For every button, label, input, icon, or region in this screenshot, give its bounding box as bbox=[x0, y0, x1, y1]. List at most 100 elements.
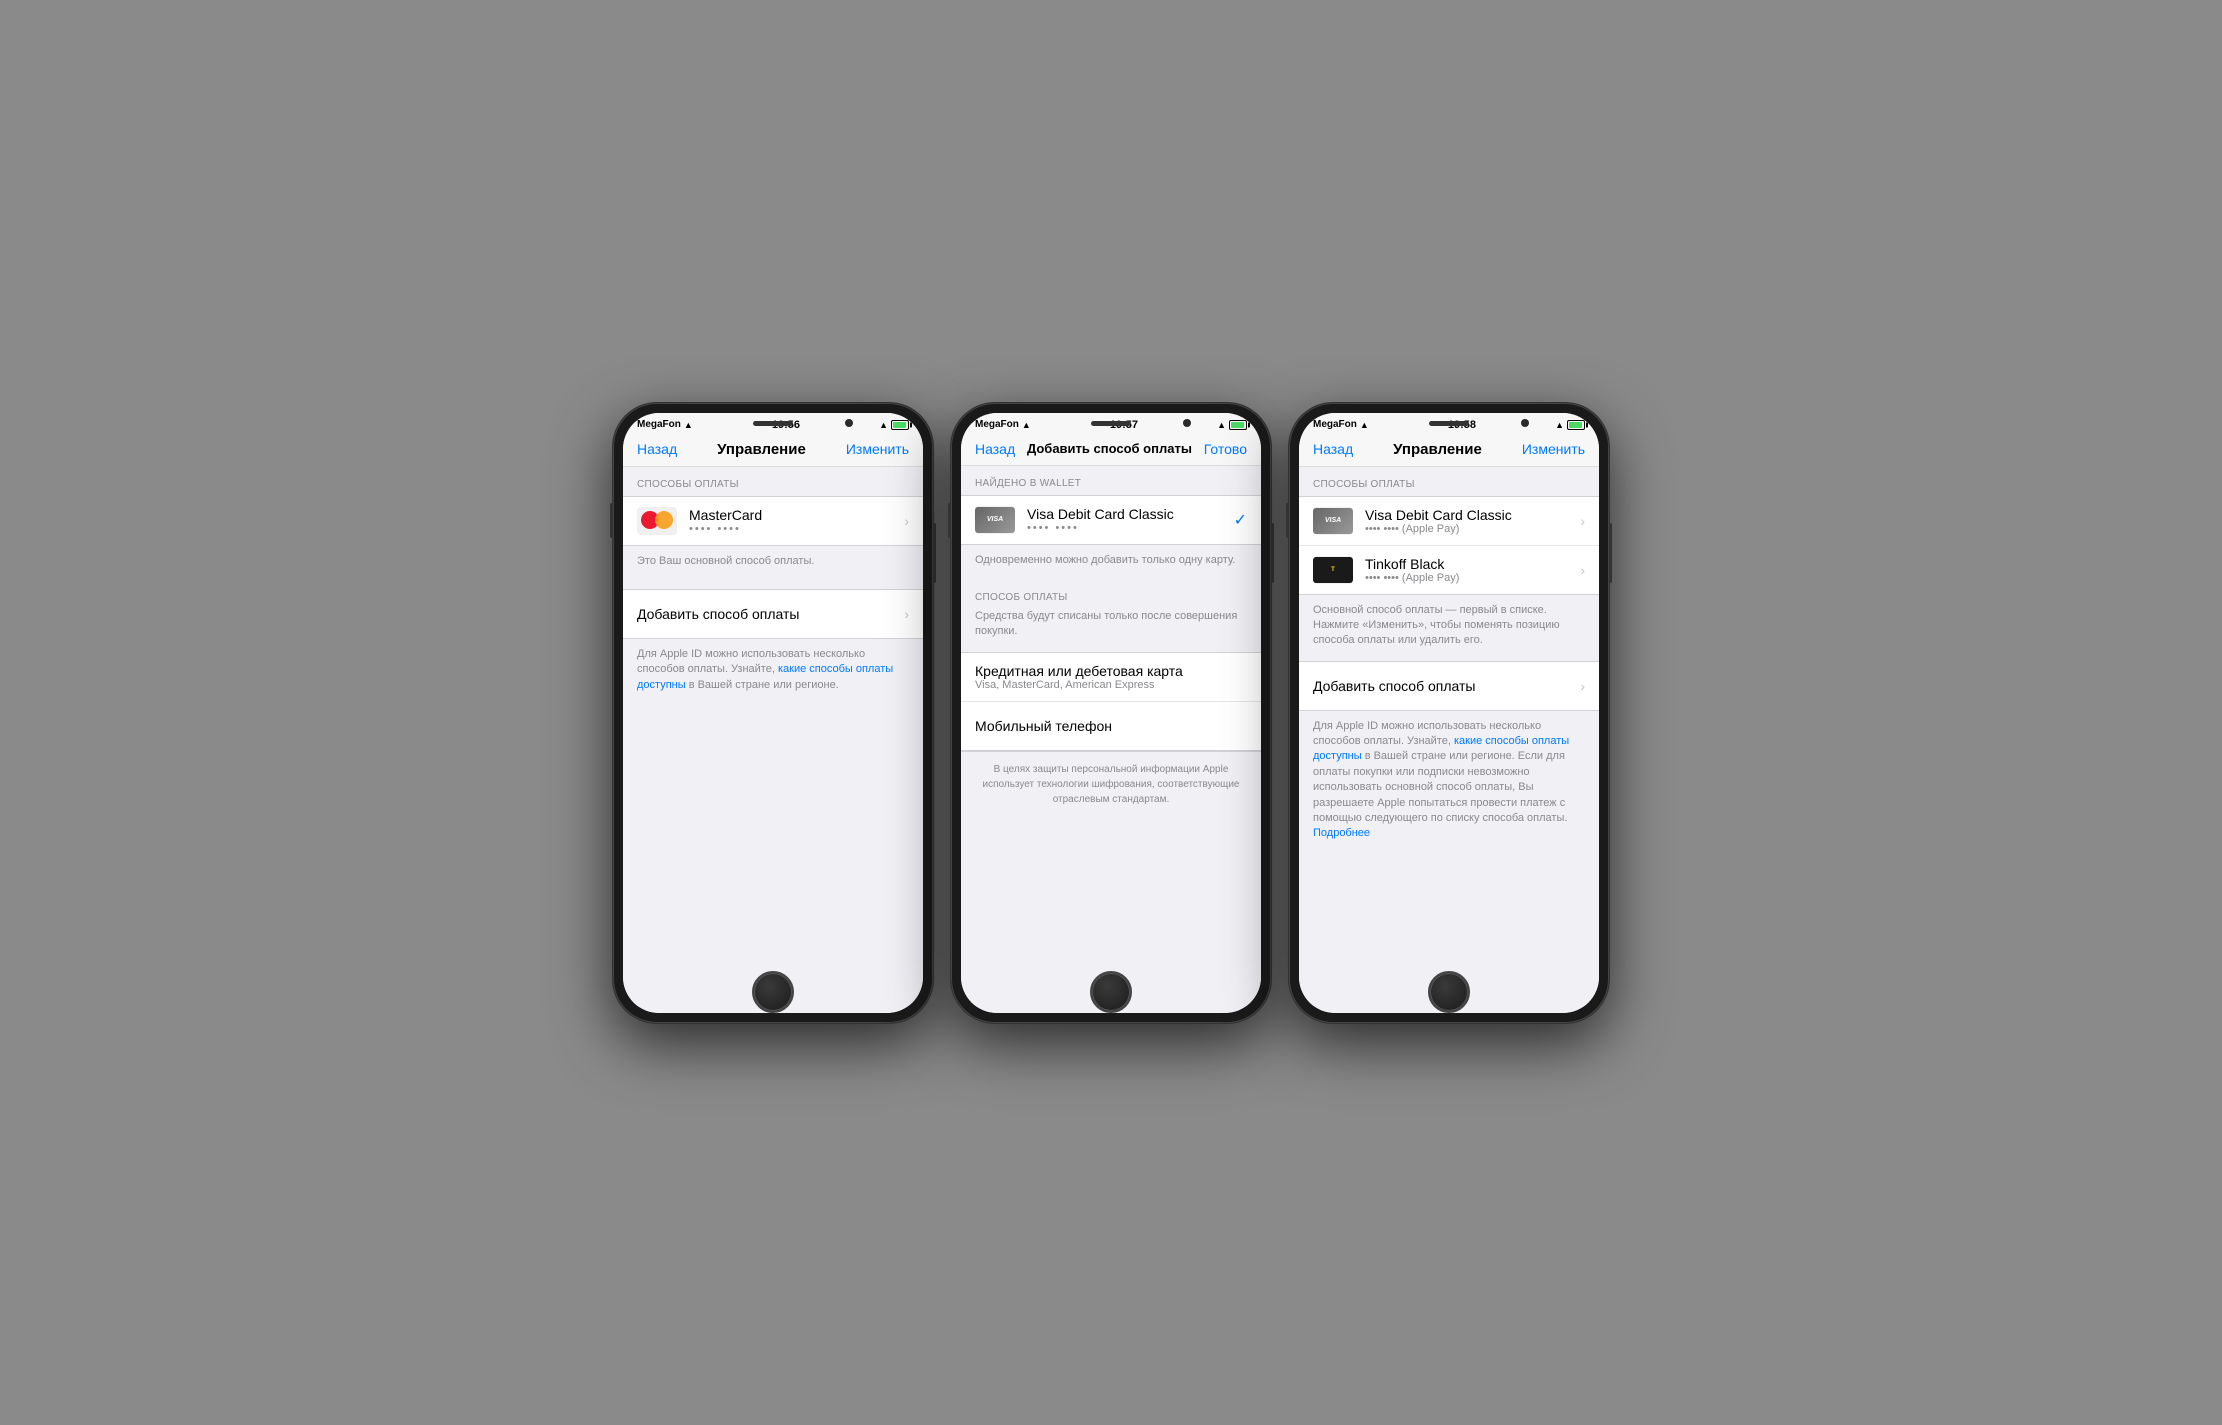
visa-check-icon: ✓ bbox=[1234, 510, 1247, 530]
payment-note: Средства будут списаны только после сове… bbox=[961, 609, 1261, 652]
signal-icon-2: ▲ bbox=[1217, 420, 1226, 430]
add-payment-content-1: Добавить способ оплаты bbox=[637, 606, 896, 622]
camera-2 bbox=[1183, 419, 1191, 427]
content-2: НАЙДЕНО В WALLET VISA Visa Debit Card Cl… bbox=[961, 466, 1261, 1013]
section-header-3: СПОСОБЫ ОПЛАТЫ bbox=[1299, 467, 1599, 496]
nav-title-3: Управление bbox=[1393, 441, 1482, 458]
status-left-3: MegaFon ▲ bbox=[1313, 419, 1369, 430]
carrier-1: MegaFon bbox=[637, 419, 681, 430]
visa-wallet-content: Visa Debit Card Classic •••• •••• bbox=[1027, 506, 1226, 534]
tinkoff-content-3: Tinkoff Black •••• •••• (Apple Pay) bbox=[1365, 556, 1572, 584]
mastercard-item[interactable]: MasterCard •••• •••• › bbox=[623, 497, 923, 545]
visa-thumb: VISA bbox=[975, 507, 1015, 533]
speaker-1 bbox=[753, 421, 793, 426]
tinkoff-name-3: Tinkoff Black bbox=[1365, 556, 1572, 572]
visa-icon-3: VISA bbox=[1313, 507, 1353, 535]
payment-methods-list: Кредитная или дебетовая карта Visa, Mast… bbox=[961, 652, 1261, 751]
footer-1: Для Apple ID можно использовать нескольк… bbox=[623, 639, 923, 705]
phone-1-screen: MegaFon ▲ 19:56 ▲ Назад Управление Измен… bbox=[623, 413, 923, 1013]
content-3: СПОСОБЫ ОПЛАТЫ VISA Visa Debit Card Clas… bbox=[1299, 467, 1599, 1013]
mobile-phone-item[interactable]: Мобильный телефон bbox=[961, 702, 1261, 750]
tinkoff-thumb-3: T bbox=[1313, 557, 1353, 583]
mastercard-icon bbox=[637, 507, 677, 535]
tinkoff-mask-3: •••• •••• (Apple Pay) bbox=[1365, 572, 1572, 584]
add-payment-group-1: Добавить способ оплаты › bbox=[623, 589, 923, 639]
speaker-3 bbox=[1429, 421, 1469, 426]
credit-card-subtitle: Visa, MasterCard, American Express bbox=[975, 679, 1247, 691]
security-footer-2: В целях защиты персональной информации A… bbox=[961, 751, 1261, 817]
tinkoff-chevron-3: › bbox=[1580, 562, 1585, 578]
mastercard-mask: •••• •••• bbox=[689, 523, 896, 535]
visa-wallet-mask: •••• •••• bbox=[1027, 522, 1226, 534]
payment-list-1: MasterCard •••• •••• › bbox=[623, 496, 923, 546]
mastercard-name: MasterCard bbox=[689, 507, 896, 523]
battery-3 bbox=[1567, 420, 1585, 430]
visa-wallet-icon: VISA bbox=[975, 506, 1015, 534]
home-button-1[interactable] bbox=[752, 971, 794, 1013]
navbar-1: Назад Управление Изменить bbox=[623, 435, 923, 467]
payment-section-header: СПОСОБ ОПЛАТЫ bbox=[961, 580, 1261, 609]
mastercard-content: MasterCard •••• •••• bbox=[689, 507, 896, 535]
visa-name-3: Visa Debit Card Classic bbox=[1365, 507, 1572, 523]
back-button-1[interactable]: Назад bbox=[637, 441, 677, 457]
more-link-3[interactable]: Подробнее bbox=[1313, 827, 1370, 839]
home-button-3[interactable] bbox=[1428, 971, 1470, 1013]
primary-label-1: Это Ваш основной способ оплаты. bbox=[623, 546, 923, 581]
wallet-list: VISA Visa Debit Card Classic •••• •••• ✓ bbox=[961, 495, 1261, 545]
status-right-2: ▲ bbox=[1217, 420, 1247, 430]
nav-title-2: Добавить способ оплаты bbox=[1027, 441, 1192, 456]
credit-card-title: Кредитная или дебетовая карта bbox=[975, 663, 1247, 679]
visa-wallet-item[interactable]: VISA Visa Debit Card Classic •••• •••• ✓ bbox=[961, 496, 1261, 544]
nav-title-1: Управление bbox=[717, 441, 806, 458]
back-button-3[interactable]: Назад bbox=[1313, 441, 1353, 457]
tinkoff-icon-3: T bbox=[1313, 556, 1353, 584]
content-1: СПОСОБЫ ОПЛАТЫ MasterCard •••• •••• bbox=[623, 467, 923, 1013]
battery-fill-1 bbox=[893, 422, 906, 428]
visa-chevron-3: › bbox=[1580, 513, 1585, 529]
action-button-2[interactable]: Готово bbox=[1204, 441, 1247, 457]
mobile-phone-title: Мобильный телефон bbox=[975, 718, 1247, 734]
navbar-3: Назад Управление Изменить bbox=[1299, 435, 1599, 467]
visa-content-3: Visa Debit Card Classic •••• •••• (Apple… bbox=[1365, 507, 1572, 535]
add-payment-item-3[interactable]: Добавить способ оплаты › bbox=[1299, 662, 1599, 710]
footer-3: Для Apple ID можно использовать нескольк… bbox=[1299, 711, 1599, 854]
navbar-2: Назад Добавить способ оплаты Готово bbox=[961, 435, 1261, 466]
add-payment-label-1: Добавить способ оплаты bbox=[637, 606, 896, 622]
visa-thumb-3: VISA bbox=[1313, 508, 1353, 534]
payment-list-3: VISA Visa Debit Card Classic •••• •••• (… bbox=[1299, 496, 1599, 595]
signal-icon-1: ▲ bbox=[879, 420, 888, 430]
add-payment-chevron-1: › bbox=[904, 606, 909, 622]
credit-card-item[interactable]: Кредитная или дебетовая карта Visa, Mast… bbox=[961, 653, 1261, 702]
status-left-2: MegaFon ▲ bbox=[975, 419, 1031, 430]
mobile-phone-content: Мобильный телефон bbox=[975, 718, 1247, 734]
wifi-icon-2: ▲ bbox=[1022, 420, 1031, 430]
phone-2-screen: MegaFon ▲ 19:57 ▲ Назад Добавить способ … bbox=[961, 413, 1261, 1013]
mc-circles bbox=[641, 511, 673, 531]
phone-2: MegaFon ▲ 19:57 ▲ Назад Добавить способ … bbox=[951, 403, 1271, 1023]
add-payment-group-3: Добавить способ оплаты › bbox=[1299, 661, 1599, 711]
add-payment-item-1[interactable]: Добавить способ оплаты › bbox=[623, 590, 923, 638]
phone-3: MegaFon ▲ 19:58 ▲ Назад Управление Измен… bbox=[1289, 403, 1609, 1023]
add-payment-chevron-3: › bbox=[1580, 678, 1585, 694]
section-header-1: СПОСОБЫ ОПЛАТЫ bbox=[623, 467, 923, 496]
tinkoff-item-3[interactable]: T Tinkoff Black •••• •••• (Apple Pay) › bbox=[1299, 546, 1599, 594]
mc-right bbox=[655, 511, 673, 529]
phone-3-screen: MegaFon ▲ 19:58 ▲ Назад Управление Измен… bbox=[1299, 413, 1599, 1013]
visa-item-3[interactable]: VISA Visa Debit Card Classic •••• •••• (… bbox=[1299, 497, 1599, 546]
add-payment-content-3: Добавить способ оплаты bbox=[1313, 678, 1572, 694]
battery-fill-2 bbox=[1231, 422, 1244, 428]
back-button-2[interactable]: Назад bbox=[975, 441, 1015, 457]
wifi-icon-3: ▲ bbox=[1360, 420, 1369, 430]
wallet-section-header: НАЙДЕНО В WALLET bbox=[961, 466, 1261, 495]
phone-1: MegaFon ▲ 19:56 ▲ Назад Управление Измен… bbox=[613, 403, 933, 1023]
status-right-1: ▲ bbox=[879, 420, 909, 430]
credit-card-content: Кредитная или дебетовая карта Visa, Mast… bbox=[975, 663, 1247, 691]
home-button-2[interactable] bbox=[1090, 971, 1132, 1013]
info-text-3: Основной способ оплаты — первый в списке… bbox=[1299, 595, 1599, 661]
action-button-1[interactable]: Изменить bbox=[846, 441, 909, 457]
signal-icon-3: ▲ bbox=[1555, 420, 1564, 430]
carrier-3: MegaFon bbox=[1313, 419, 1357, 430]
wallet-note: Одновременно можно добавить только одну … bbox=[961, 545, 1261, 580]
wifi-icon-1: ▲ bbox=[684, 420, 693, 430]
action-button-3[interactable]: Изменить bbox=[1522, 441, 1585, 457]
